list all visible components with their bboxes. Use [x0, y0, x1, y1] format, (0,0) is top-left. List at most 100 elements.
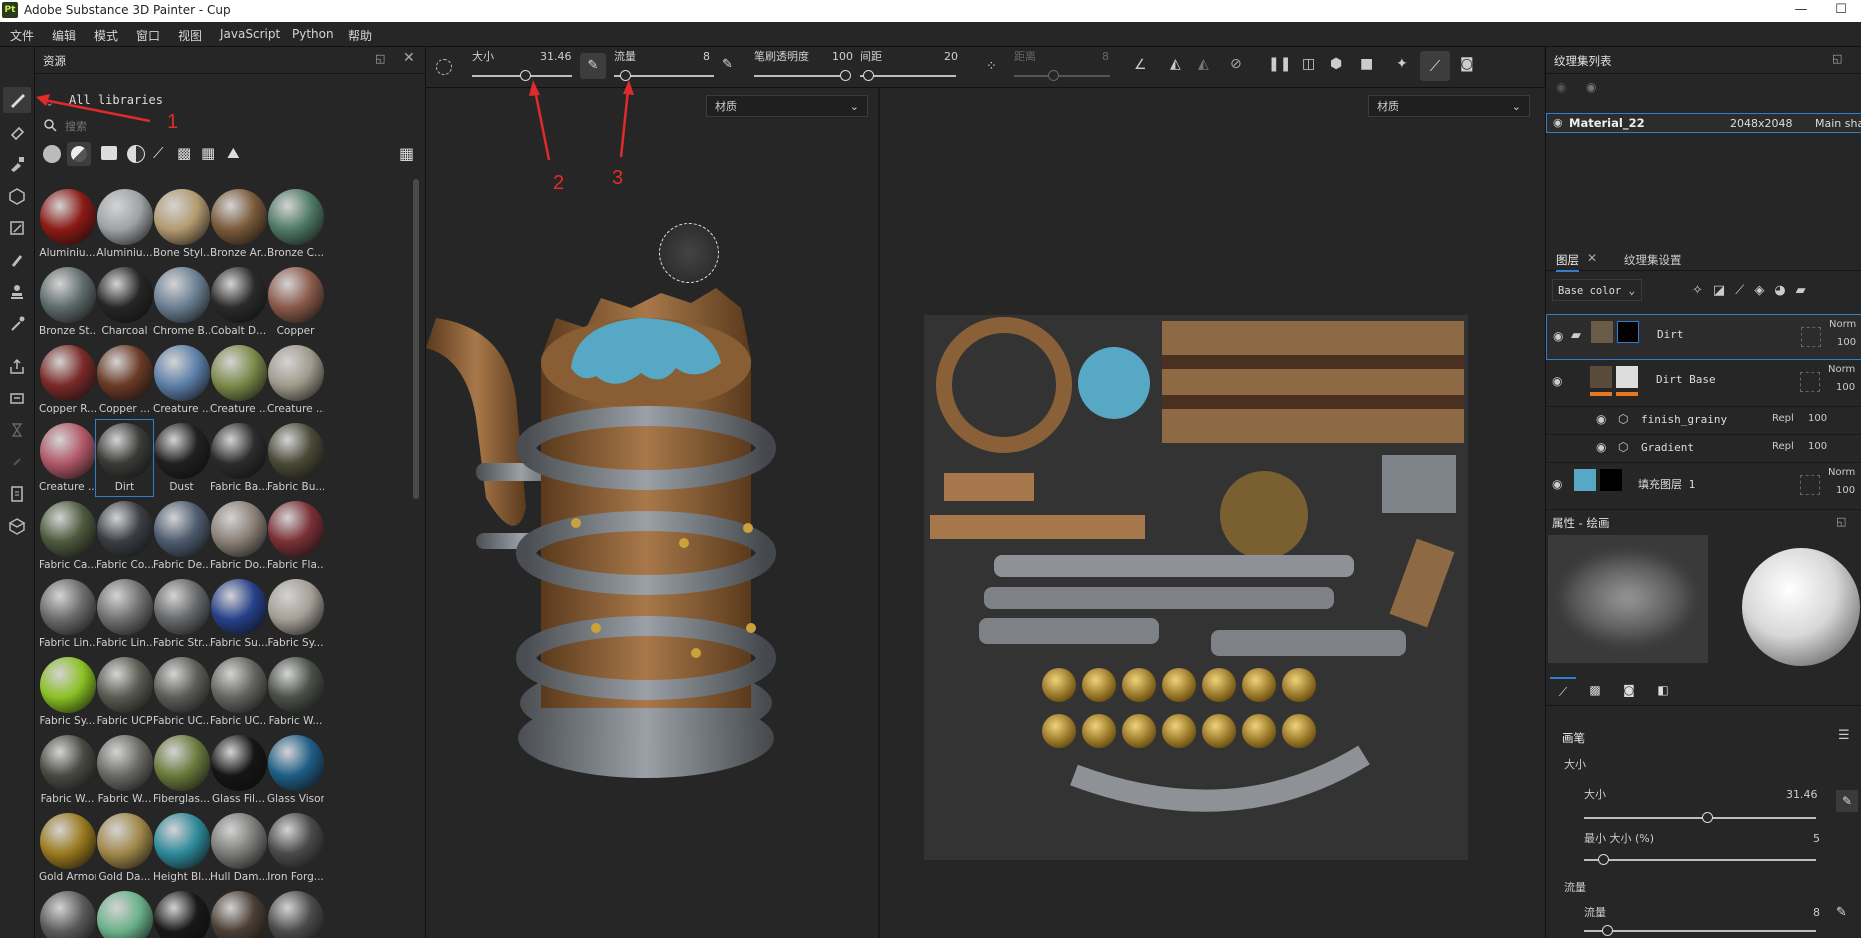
brush-shape-icon[interactable]: [436, 59, 452, 75]
viewport-2d[interactable]: 材质 ⌄: [879, 88, 1545, 938]
screenshot-icon[interactable]: ◙: [1460, 56, 1474, 72]
float-panel-icon[interactable]: ◱: [375, 52, 385, 65]
asset-item[interactable]: Bronze C...: [267, 186, 324, 262]
pause-icon[interactable]: ❚❚: [1268, 56, 1291, 72]
brush-tab-icon[interactable]: ⟋: [1550, 677, 1576, 705]
asset-item[interactable]: Glass Fil...: [210, 732, 267, 808]
add-mask-icon[interactable]: ◪: [1713, 283, 1735, 298]
lazy-mouse-icon[interactable]: ⁘: [986, 59, 997, 74]
asset-item[interactable]: Fabric Fla...: [267, 498, 324, 574]
library-selector[interactable]: All libraries: [69, 93, 163, 107]
prop-flow-slider-handle[interactable]: [1602, 925, 1613, 936]
asset-item[interactable]: Creature ...: [267, 342, 324, 418]
asset-item[interactable]: Creature ...: [210, 342, 267, 418]
min-size-slider-track[interactable]: [1584, 859, 1816, 861]
asset-item[interactable]: Bronze St...: [39, 264, 96, 340]
smart-material-filter-icon[interactable]: [43, 145, 61, 163]
asset-item[interactable]: Copper R...: [39, 342, 96, 418]
material-tab-icon[interactable]: ◧: [1650, 677, 1676, 703]
asset-item[interactable]: Bone Styl...: [153, 186, 210, 262]
minimize-icon[interactable]: —: [1781, 0, 1821, 22]
asset-item[interactable]: Fabric Bu...: [267, 420, 324, 496]
image-filter-icon[interactable]: ⛰: [227, 144, 240, 162]
asset-item[interactable]: Aluminiu...: [39, 186, 96, 262]
asset-item[interactable]: Fabric W...: [39, 732, 96, 808]
menu-javascript[interactable]: JavaScript: [220, 27, 280, 41]
asset-item[interactable]: Bronze Ar...: [210, 186, 267, 262]
menu-file[interactable]: 文件: [10, 27, 34, 44]
menu-help[interactable]: 帮助: [348, 27, 372, 44]
preset-menu-icon[interactable]: ☰: [1838, 728, 1850, 743]
effect-row-gradient[interactable]: ◉ ⬡ Gradient Repl 100: [1546, 434, 1861, 463]
layer-mask-thumbnail[interactable]: [1617, 321, 1639, 343]
size-value[interactable]: 31.46: [540, 50, 572, 63]
asset-item[interactable]: Fabric Ba...: [210, 420, 267, 496]
texture-set-row[interactable]: ◉ Material_22 2048x2048 Main shad: [1546, 113, 1861, 133]
eye-icon[interactable]: ◉: [1553, 116, 1563, 129]
smart-mask-filter-icon[interactable]: [101, 146, 117, 160]
hourglass-icon[interactable]: [3, 417, 31, 443]
prop-size-value[interactable]: 31.46: [1786, 788, 1818, 801]
prop-flow-value[interactable]: 8: [1813, 906, 1820, 919]
tab-layers[interactable]: 图层: [1556, 252, 1579, 272]
layer-mask-thumbnail[interactable]: [1600, 469, 1622, 491]
asset-item[interactable]: Cobalt D...: [210, 264, 267, 340]
add-smart-material-icon[interactable]: ◕: [1774, 283, 1795, 298]
flow-value[interactable]: 8: [703, 50, 710, 63]
asset-item[interactable]: Hull Dam...: [210, 810, 267, 886]
asset-item[interactable]: Fabric Su...: [210, 576, 267, 652]
color-picker-icon[interactable]: [3, 311, 31, 337]
paint-brush-icon[interactable]: [3, 87, 31, 113]
asset-item[interactable]: Chrome B...: [153, 264, 210, 340]
projection-icon[interactable]: [3, 151, 31, 177]
asset-item[interactable]: Iron Forg...: [267, 810, 324, 886]
layer-mask-thumbnail[interactable]: [1616, 366, 1638, 388]
prop-size-slider-track[interactable]: [1584, 817, 1816, 819]
smudge-icon[interactable]: [3, 247, 31, 273]
mirror-disabled-icon[interactable]: ◭: [1198, 56, 1209, 72]
channel-dropdown[interactable]: Base color ⌄: [1552, 279, 1642, 301]
min-size-slider-handle[interactable]: [1598, 854, 1609, 865]
polygon-fill-icon[interactable]: [3, 215, 31, 241]
spacing-slider-handle[interactable]: [863, 70, 874, 81]
menu-edit[interactable]: 编辑: [52, 27, 76, 44]
effect-blend-mode[interactable]: Repl: [1772, 413, 1794, 424]
prop-flow-slider-track[interactable]: [1584, 930, 1816, 932]
tab-texture-set-settings[interactable]: 纹理集设置: [1624, 252, 1682, 268]
pressure-flow-icon[interactable]: ✎: [722, 57, 733, 72]
close-icon[interactable]: ✕: [1587, 251, 1597, 265]
asset-item[interactable]: Dirt: [95, 419, 154, 497]
search-input[interactable]: [63, 116, 367, 136]
flow-slider-handle[interactable]: [620, 70, 631, 81]
menu-view[interactable]: 视图: [178, 27, 202, 44]
asset-item[interactable]: Fabric Sy...: [267, 576, 324, 652]
layer-row-dirt-base[interactable]: ◉ Dirt Base Norm 100: [1546, 360, 1861, 407]
cube-icon[interactable]: [3, 513, 31, 539]
asset-item[interactable]: Fabric Str...: [153, 576, 210, 652]
geometry-mask-icon[interactable]: [3, 183, 31, 209]
brush-filter-icon[interactable]: ⟋: [153, 144, 164, 162]
asset-item[interactable]: Fabric Lin...: [39, 576, 96, 652]
layer-blend-mode[interactable]: Norm: [1829, 319, 1856, 330]
layer-blend-mode[interactable]: Norm: [1828, 467, 1855, 478]
asset-item[interactable]: [96, 888, 153, 938]
layer-opacity[interactable]: 100: [1836, 382, 1855, 393]
layer-row-dirt[interactable]: ◉ ▰ Dirt Norm 100: [1546, 314, 1861, 360]
pressure-size-icon[interactable]: ✎: [580, 53, 606, 79]
asset-item[interactable]: Dust: [153, 420, 210, 496]
iray-icon[interactable]: ✦: [1396, 56, 1408, 72]
asset-item[interactable]: [210, 888, 267, 938]
grid-filter-icon[interactable]: ▦: [201, 144, 215, 162]
viewport-2d-mode-dropdown[interactable]: 材质 ⌄: [1368, 95, 1530, 117]
spacing-slider-track[interactable]: [860, 75, 956, 77]
clone-stamp-icon[interactable]: [3, 279, 31, 305]
eye-icon[interactable]: ◉: [1552, 374, 1562, 388]
close-icon[interactable]: ✕: [403, 50, 415, 66]
material-filter-icon[interactable]: [67, 142, 91, 166]
eye-icon[interactable]: ◉: [1596, 412, 1606, 426]
menu-python[interactable]: Python: [292, 27, 334, 41]
paint-mode-icon[interactable]: ⟋: [1420, 51, 1450, 81]
uv-texture-canvas[interactable]: [924, 315, 1468, 860]
effect-opacity[interactable]: 100: [1808, 441, 1827, 452]
asset-item[interactable]: Glass Visor: [267, 732, 324, 808]
